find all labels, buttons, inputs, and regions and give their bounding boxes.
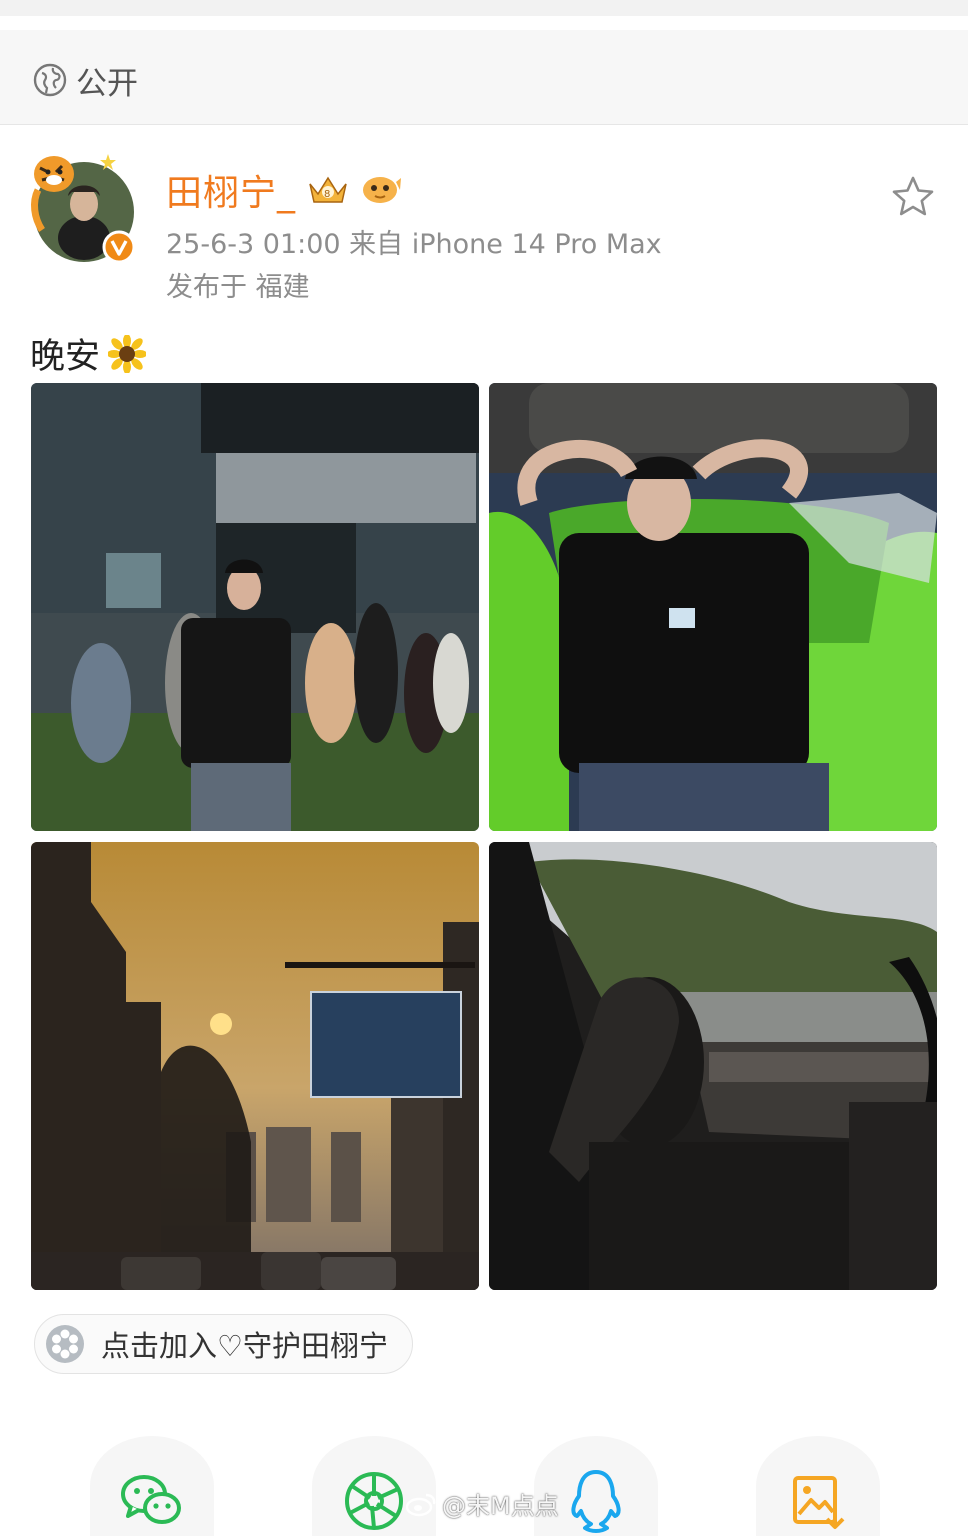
post-photo-2[interactable] — [489, 383, 937, 831]
sunset-street-photo — [31, 842, 479, 1290]
post-photo-1[interactable] — [31, 383, 479, 831]
verified-badge-icon — [102, 230, 136, 264]
watermark: @末M点点 — [406, 1486, 559, 1521]
post-text-content: 晚安 — [30, 337, 101, 377]
green-inflatable-lounger-photo — [489, 383, 937, 831]
privacy-indicator[interactable]: 公开 — [32, 58, 138, 102]
join-guard-button[interactable]: 点击加入♡守护田栩宁 — [34, 1314, 413, 1374]
weibo-logo-icon — [406, 1493, 436, 1516]
fan-badge-icon[interactable] — [358, 170, 402, 206]
sunflower-icon — [108, 334, 147, 373]
member-crown-badge-icon[interactable]: 8 — [306, 170, 350, 206]
join-guard-label: 点击加入♡守护田栩宁 — [101, 1329, 388, 1363]
svg-text:8: 8 — [324, 189, 330, 200]
post-photo-4[interactable] — [489, 842, 937, 1290]
privacy-bar — [0, 30, 968, 125]
author-name[interactable]: 田栩宁_ — [166, 164, 296, 216]
globe-icon — [33, 63, 67, 97]
post-photo-3[interactable] — [31, 842, 479, 1290]
share-wechat-button[interactable] — [90, 1436, 214, 1536]
privacy-label: 公开 — [76, 65, 138, 102]
concert-crowd-photo — [31, 383, 479, 831]
status-strip — [0, 0, 968, 16]
save-image-button[interactable] — [756, 1436, 880, 1536]
car-window-lake-photo — [489, 842, 937, 1290]
guard-shutter-icon — [46, 1325, 84, 1363]
avatar[interactable] — [24, 146, 136, 266]
favorite-star-icon[interactable] — [890, 174, 936, 220]
post-text: 晚安 — [30, 328, 147, 379]
post-location: 发布于 福建 — [166, 272, 310, 303]
post-time-source: 25-6-3 01:00 来自 iPhone 14 Pro Max — [166, 229, 662, 260]
watermark-text: @末M点点 — [442, 1492, 559, 1520]
